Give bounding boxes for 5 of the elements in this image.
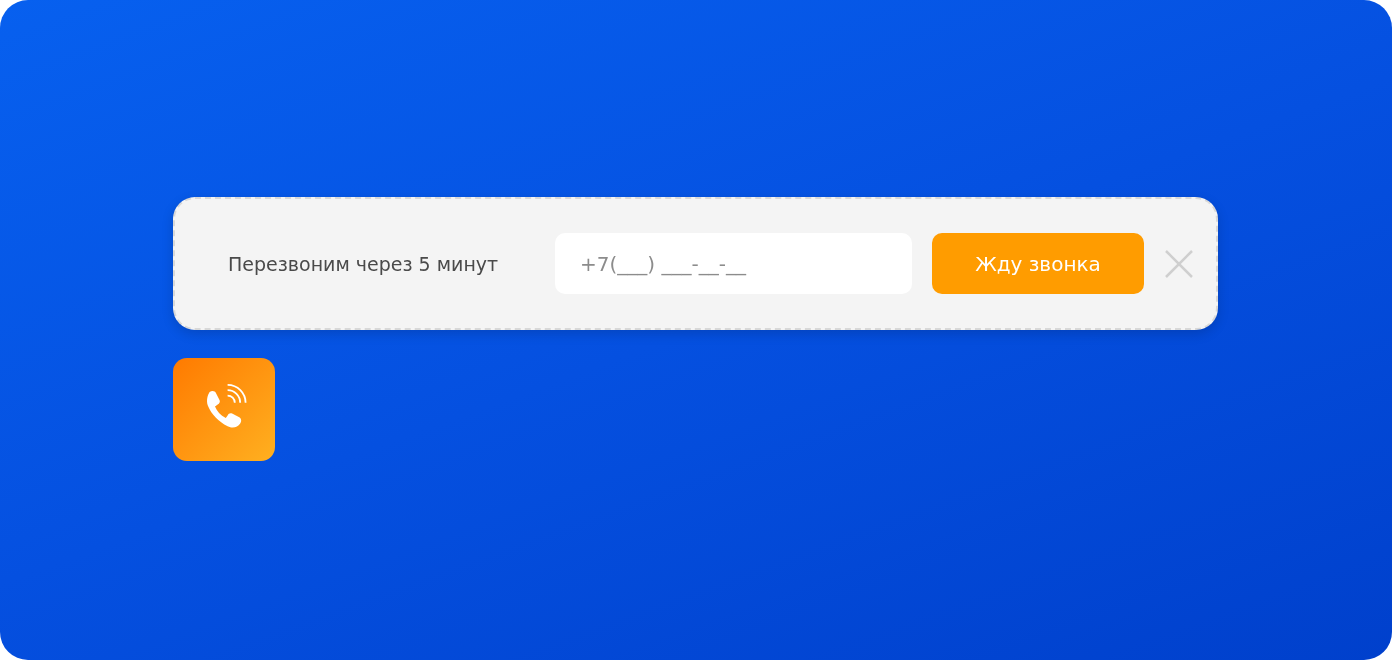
callback-label: Перезвоним через 5 минут [228, 252, 500, 275]
phone-button[interactable] [173, 358, 275, 461]
submit-button[interactable]: Жду звонка [932, 233, 1144, 294]
phone-field[interactable]: +7(___) ___-__-__ [555, 233, 912, 294]
close-icon[interactable] [1164, 248, 1194, 279]
